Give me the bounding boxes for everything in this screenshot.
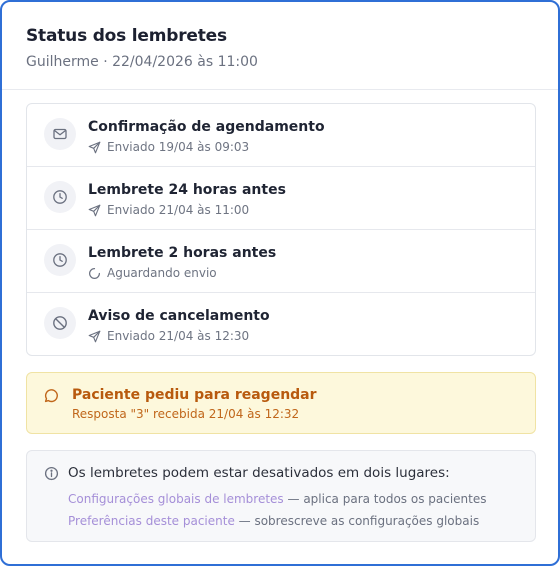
patient-preferences-link[interactable]: Preferências deste paciente	[68, 514, 235, 528]
reminder-status: Enviado 19/04 às 09:03	[88, 140, 249, 155]
reminder-title: Lembrete 24 horas antes	[88, 182, 286, 198]
spinner-icon	[89, 268, 100, 279]
info-line-patient: Preferências deste paciente — sobrescrev…	[68, 514, 479, 529]
list-item: Lembrete 24 horas antes Enviado 21/04 às…	[27, 166, 535, 229]
reminder-status-text: Aguardando envio	[107, 266, 217, 280]
info-text: Os lembretes podem estar desativados em …	[68, 465, 450, 481]
send-icon	[88, 204, 101, 217]
reminder-status-text: Enviado 21/04 às 12:30	[107, 329, 250, 343]
global-settings-link[interactable]: Configurações globais de lembretes	[68, 492, 284, 506]
reminder-status-text: Enviado 19/04 às 09:03	[107, 140, 250, 154]
reminder-title: Confirmação de agendamento	[88, 119, 325, 135]
clock-icon	[44, 181, 76, 213]
clock-icon	[44, 244, 76, 276]
page-subtitle: Guilherme · 22/04/2026 às 11:00	[26, 54, 258, 70]
list-item: Confirmação de agendamento Enviado 19/04…	[27, 104, 535, 166]
list-item: Lembrete 2 horas antes Aguardando envio	[27, 229, 535, 292]
message-circle-icon	[44, 389, 58, 403]
reminder-status: Enviado 21/04 às 12:30	[88, 329, 249, 344]
alert-subtitle: Resposta "3" recebida 21/04 às 12:32	[72, 407, 300, 421]
info-icon	[44, 466, 59, 481]
reschedule-alert: Paciente pediu para reagendar Resposta "…	[26, 372, 536, 434]
reminder-status: Enviado 21/04 às 11:00	[88, 203, 249, 218]
panel-header: Status dos lembretes Guilherme · 22/04/2…	[26, 26, 534, 71]
list-item: Aviso de cancelamento Enviado 21/04 às 1…	[27, 292, 535, 355]
reminder-status-panel: Status dos lembretes Guilherme · 22/04/2…	[0, 0, 560, 566]
global-settings-description: — aplica para todos os pacientes	[283, 492, 487, 506]
patient-preferences-description: — sobrescreve as configurações globais	[234, 514, 480, 528]
info-line-global: Configurações globais de lembretes — apl…	[68, 492, 487, 507]
alert-title: Paciente pediu para reagendar	[72, 387, 317, 403]
info-box: Os lembretes podem estar desativados em …	[26, 450, 536, 542]
mail-icon	[44, 118, 76, 150]
reminder-title: Aviso de cancelamento	[88, 308, 270, 324]
header-divider	[2, 89, 558, 90]
reminder-list: Confirmação de agendamento Enviado 19/04…	[26, 103, 536, 356]
reminder-title: Lembrete 2 horas antes	[88, 245, 277, 261]
reminder-status-text: Enviado 21/04 às 11:00	[107, 203, 250, 217]
reminder-status: Aguardando envio	[88, 266, 217, 281]
send-icon	[88, 141, 101, 154]
send-icon	[88, 330, 101, 343]
page-title: Status dos lembretes	[26, 26, 227, 46]
ban-icon	[44, 307, 76, 339]
